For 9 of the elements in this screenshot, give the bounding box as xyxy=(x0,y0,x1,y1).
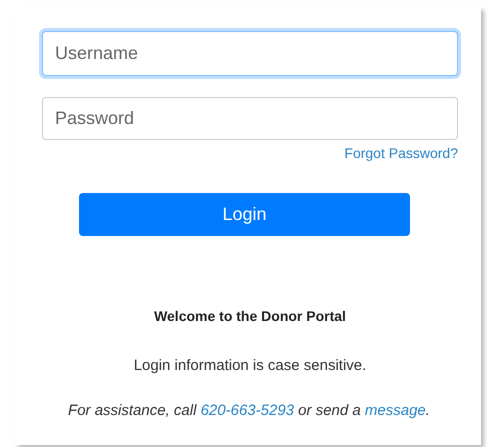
username-field[interactable]: Username xyxy=(42,31,458,76)
assistance-text: For assistance, call 620-663-5293 or send a message. xyxy=(67,402,431,419)
info-text: Login information is case sensitive. xyxy=(132,357,368,374)
forgot-password-link[interactable]: Forgot Password? xyxy=(344,145,458,161)
login-button[interactable]: Login xyxy=(79,193,410,236)
password-field[interactable]: Password xyxy=(42,97,458,140)
message-link[interactable]: message xyxy=(364,402,426,419)
phone-link[interactable]: 620-663-5293 xyxy=(200,402,294,419)
welcome-heading: Welcome to the Donor Portal xyxy=(153,308,347,324)
